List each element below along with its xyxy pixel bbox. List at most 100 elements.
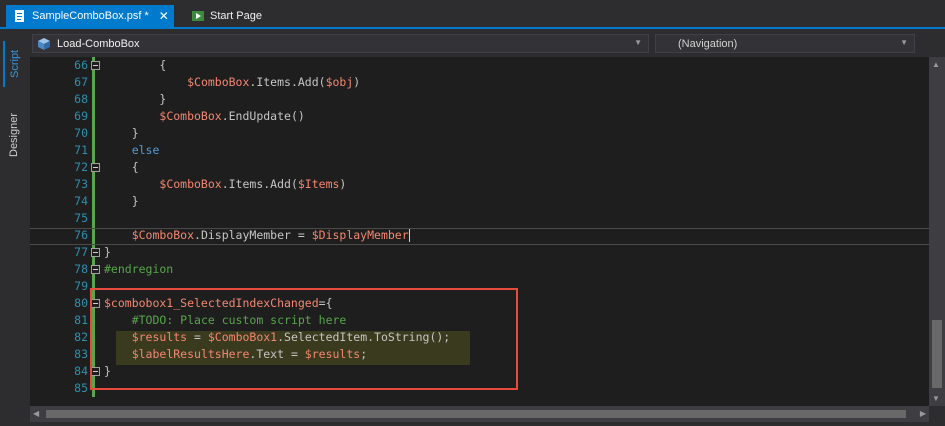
code-text: }: [104, 125, 139, 142]
code-token: ): [353, 75, 361, 89]
code-token: $obj: [325, 75, 354, 89]
horizontal-scrollbar[interactable]: ◀ ▶: [30, 406, 929, 422]
code-token: }: [104, 245, 111, 259]
script-file-icon: [15, 10, 24, 22]
scrollbar-thumb[interactable]: [932, 320, 942, 388]
line-number: 68: [74, 92, 88, 106]
chevron-down-icon: ▼: [900, 38, 908, 47]
code-line[interactable]: 68 }: [30, 91, 930, 108]
code-token: $Items: [297, 177, 340, 191]
scroll-right-icon[interactable]: ▶: [920, 409, 926, 418]
line-number: 85: [74, 381, 88, 395]
code-line[interactable]: 78 #endregion: [30, 261, 930, 278]
close-tab-icon[interactable]: ✕: [159, 9, 169, 23]
line-number: 82: [74, 330, 88, 344]
line-number: 79: [74, 279, 88, 293]
navigation-bar: Load-ComboBox ▼ (Navigation) ▼: [28, 29, 945, 57]
line-number: 76: [74, 228, 88, 242]
code-token: .DisplayMember =: [194, 228, 312, 242]
code-text: else: [104, 142, 160, 159]
code-token: }: [104, 126, 139, 140]
code-token: $ComboBox: [159, 109, 222, 123]
code-editor[interactable]: 66 {67 $ComboBox.Items.Add($obj) 68 } 69 $…: [30, 57, 930, 406]
code-line[interactable]: 75: [30, 210, 930, 227]
line-number: 78: [74, 262, 88, 276]
collapse-icon[interactable]: [91, 248, 100, 257]
collapse-icon[interactable]: [91, 163, 100, 172]
code-line[interactable]: 77}: [30, 244, 930, 261]
code-line[interactable]: 70 }: [30, 125, 930, 142]
collapse-icon[interactable]: [91, 265, 100, 274]
line-number: 81: [74, 313, 88, 327]
code-text: $ComboBox.DisplayMember = $DisplayMember: [104, 227, 410, 244]
line-number: 80: [74, 296, 88, 310]
chevron-down-icon: ▼: [634, 38, 642, 47]
code-line[interactable]: 71 else: [30, 142, 930, 159]
line-number: 66: [74, 58, 88, 72]
code-line[interactable]: 73 $ComboBox.Items.Add($Items): [30, 176, 930, 193]
navigation-dropdown[interactable]: (Navigation) ▼: [655, 34, 915, 53]
code-text: $ComboBox.Items.Add($Items): [104, 176, 346, 193]
line-number: 84: [74, 364, 88, 378]
tab-script[interactable]: Script: [3, 41, 25, 87]
code-token: }: [104, 92, 167, 106]
code-token: $ComboBox: [159, 177, 222, 191]
line-number: 77: [74, 245, 88, 259]
line-number: 74: [74, 194, 88, 208]
code-text: }: [104, 91, 166, 108]
line-number: 73: [74, 177, 88, 191]
line-number: 69: [74, 109, 88, 123]
code-line[interactable]: 74 }: [30, 193, 930, 210]
navigation-dropdown-value: (Navigation): [678, 37, 738, 50]
line-number: 72: [74, 160, 88, 174]
code-text: $ComboBox.Items.Add($obj): [104, 74, 360, 91]
scroll-down-icon[interactable]: ▼: [932, 394, 940, 403]
line-number: 83: [74, 347, 88, 361]
tab-start-page[interactable]: Start Page: [184, 5, 294, 27]
code-token: .EndUpdate(): [221, 109, 305, 123]
code-text: $ComboBox.EndUpdate(): [104, 108, 305, 125]
code-line[interactable]: 66 {: [30, 57, 930, 74]
collapse-icon[interactable]: [91, 61, 100, 70]
vertical-scrollbar[interactable]: ▲ ▼: [929, 57, 945, 406]
code-token: {: [104, 160, 139, 174]
scroll-left-icon[interactable]: ◀: [33, 409, 39, 418]
line-number: 71: [74, 143, 88, 157]
function-dropdown[interactable]: Load-ComboBox ▼: [32, 34, 649, 53]
code-token: .Items.Add(: [221, 177, 298, 191]
code-line[interactable]: 69 $ComboBox.EndUpdate(): [30, 108, 930, 125]
code-text: #endregion: [104, 261, 173, 278]
code-line[interactable]: 72 {: [30, 159, 930, 176]
annotation-box: [90, 288, 518, 390]
code-token: $ComboBox: [187, 75, 250, 89]
code-token: $ComboBox: [131, 228, 195, 242]
code-token: ): [339, 177, 347, 191]
cube-icon: [38, 37, 50, 50]
code-token: else: [131, 143, 160, 157]
text-caret: [408, 229, 410, 242]
view-switcher: Script Designer: [0, 29, 28, 426]
tab-designer[interactable]: Designer: [3, 95, 25, 175]
tab-label: SampleComboBox.psf *: [32, 10, 149, 22]
code-text: }: [104, 193, 139, 210]
code-token: $DisplayMember: [311, 228, 409, 242]
line-number: 67: [74, 75, 88, 89]
scroll-up-icon[interactable]: ▲: [932, 60, 940, 69]
tab-samplecombobox[interactable]: SampleComboBox.psf * ✕: [6, 5, 174, 27]
start-page-icon: [192, 11, 204, 21]
code-token: .Items.Add(: [249, 75, 326, 89]
code-text: }: [104, 244, 111, 261]
code-token: {: [104, 58, 167, 72]
code-token: #endregion: [104, 262, 174, 276]
tab-label: Start Page: [210, 10, 262, 22]
scrollbar-thumb[interactable]: [46, 410, 906, 418]
code-token: }: [104, 194, 139, 208]
function-dropdown-value: Load-ComboBox: [57, 37, 140, 50]
code-line[interactable]: 76 $ComboBox.DisplayMember = $DisplayMem…: [30, 227, 930, 244]
code-line[interactable]: 67 $ComboBox.Items.Add($obj): [30, 74, 930, 91]
